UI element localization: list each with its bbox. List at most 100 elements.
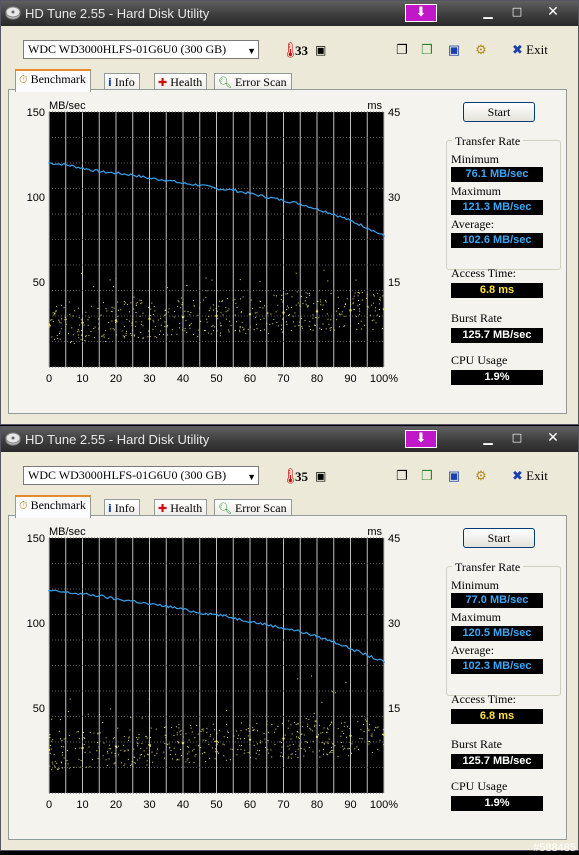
access-time-sample	[371, 304, 373, 306]
access-time-sample	[156, 752, 158, 754]
access-time-sample	[260, 301, 262, 302]
access-time-sample	[221, 300, 223, 302]
access-time-sample	[264, 305, 265, 307]
drive-select[interactable]: WDC WD3000HLFS-01G6U0 (300 GB) ▼	[23, 40, 259, 59]
access-time-sample	[84, 340, 86, 341]
chevron-down-icon[interactable]: ▼	[247, 43, 256, 60]
access-time-sample	[273, 294, 275, 296]
tab-benchmark[interactable]: ⏱ Benchmark	[15, 495, 91, 518]
access-time-sample	[212, 324, 214, 326]
maximum-label: Maximum	[451, 610, 501, 624]
access-time-sample	[155, 728, 157, 730]
access-time-sample	[212, 723, 214, 725]
copy-icon[interactable]: ❐	[393, 42, 411, 58]
copy-info-icon[interactable]: ❒	[418, 42, 436, 58]
copy-info-icon[interactable]: ❒	[418, 468, 436, 484]
access-time-sample	[206, 727, 208, 729]
access-time-sample	[344, 306, 346, 308]
save-icon[interactable]: ▣	[445, 468, 463, 484]
transfer-rate-point	[383, 661, 385, 663]
copy-icon[interactable]: ❐	[393, 468, 411, 484]
close-button[interactable]: ✕	[533, 5, 573, 21]
access-time-sample	[184, 328, 186, 330]
access-time-sample	[196, 724, 198, 726]
access-time-sample	[310, 329, 312, 331]
access-time-sample	[188, 751, 190, 753]
access-time-sample	[144, 755, 146, 757]
access-time-sample	[139, 299, 141, 301]
access-time-sample	[162, 333, 164, 335]
access-time-sample	[216, 749, 218, 751]
average-value: 102.6 MB/sec	[451, 233, 543, 248]
x-tick-label: 10	[76, 799, 88, 811]
title-bar[interactable]: HD Tune 2.55 - Hard Disk Utility ⬇ ▁ □ ✕	[1, 427, 578, 452]
access-time-sample	[83, 737, 85, 738]
y-right-tick-label: 15	[388, 277, 400, 289]
exit-button[interactable]: ✖ Exit	[512, 42, 548, 58]
average-label: Average:	[451, 217, 495, 231]
access-time-sample	[171, 726, 173, 728]
access-time-sample	[50, 740, 52, 742]
start-button[interactable]: Start	[463, 528, 535, 548]
access-time-sample	[98, 323, 100, 325]
access-time-sample	[351, 752, 352, 754]
access-time-sample	[131, 760, 133, 762]
access-time-sample	[58, 730, 60, 732]
access-time-sample	[205, 761, 207, 763]
access-time-sample	[352, 303, 354, 305]
access-time-sample	[163, 751, 165, 753]
access-time-sample	[269, 323, 271, 325]
access-time-sample	[187, 311, 189, 313]
access-time-sample	[51, 761, 53, 763]
access-time-sample	[98, 328, 100, 330]
exit-button[interactable]: ✖ Exit	[512, 468, 548, 484]
access-time-sample	[114, 755, 116, 757]
access-time-sample	[53, 753, 55, 755]
access-time-point	[349, 309, 352, 312]
access-time-sample	[259, 281, 261, 283]
access-time-sample	[291, 753, 293, 755]
access-time-sample	[322, 308, 323, 310]
hdtune-window: HD Tune 2.55 - Hard Disk Utility ⬇ ▁ □ ✕…	[0, 426, 579, 851]
access-time-sample	[167, 311, 169, 313]
drive-select[interactable]: WDC WD3000HLFS-01G6U0 (300 GB) ▼	[23, 466, 259, 485]
close-button[interactable]: ✕	[533, 431, 573, 447]
access-time-sample	[247, 752, 249, 754]
save-icon[interactable]: ▣	[445, 42, 463, 58]
access-time-sample	[172, 758, 173, 760]
pin-down-arrow-icon[interactable]: ⬇	[405, 4, 437, 22]
access-time-sample	[142, 337, 144, 339]
title-bar[interactable]: HD Tune 2.55 - Hard Disk Utility ⬇ ▁ □ ✕	[1, 1, 578, 26]
x-tick-label: 20	[110, 799, 122, 811]
access-time-sample	[297, 736, 299, 738]
access-time-sample	[308, 325, 310, 327]
access-time-sample	[358, 322, 360, 324]
tab-benchmark[interactable]: ⏱ Benchmark	[15, 69, 91, 92]
x-tick-label: 100%	[370, 373, 398, 385]
minimize-button[interactable]: ▁	[477, 431, 499, 447]
access-time-sample	[349, 742, 351, 744]
access-time-sample	[200, 321, 202, 323]
access-time-sample	[177, 306, 179, 308]
access-time-sample	[168, 308, 170, 310]
access-time-sample	[357, 295, 359, 297]
options-icon[interactable]: ⚙	[472, 468, 490, 484]
access-time-sample	[176, 732, 178, 734]
access-time-sample	[239, 279, 241, 281]
access-time-sample	[158, 334, 160, 336]
access-time-sample	[129, 311, 130, 313]
minimize-button[interactable]: ▁	[477, 5, 499, 21]
access-time-sample	[123, 336, 125, 337]
access-time-sample	[255, 752, 257, 754]
options-icon[interactable]: ⚙	[472, 42, 490, 58]
access-time-sample	[214, 740, 216, 742]
access-time-sample	[323, 753, 324, 755]
access-time-sample	[202, 753, 203, 755]
access-time-sample	[259, 306, 261, 308]
maximize-button[interactable]: □	[506, 431, 528, 447]
pin-down-arrow-icon[interactable]: ⬇	[405, 430, 437, 448]
maximize-button[interactable]: □	[506, 5, 528, 21]
access-time-sample	[308, 746, 310, 748]
start-button[interactable]: Start	[463, 102, 535, 122]
chevron-down-icon[interactable]: ▼	[247, 469, 256, 486]
